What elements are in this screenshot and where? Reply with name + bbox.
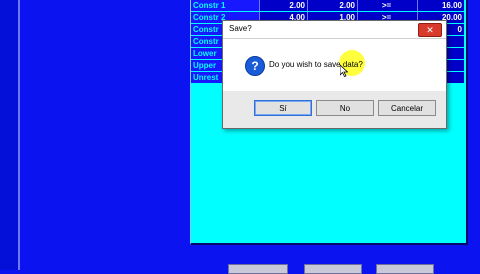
bottom-button[interactable] — [304, 264, 362, 274]
no-button[interactable]: No — [316, 100, 374, 116]
bottom-button[interactable] — [376, 264, 434, 274]
dialog-message: Do you wish to save data? — [269, 60, 363, 69]
bottom-button[interactable] — [228, 264, 288, 274]
left-panel-edge — [0, 0, 20, 270]
save-dialog: Save? ✕ ? Do you wish to save data? Sí N… — [222, 20, 447, 129]
dialog-body: ? Do you wish to save data? — [223, 39, 446, 91]
grid-row: Constr 1 2.00 2.00 >= 16.00 — [191, 0, 464, 11]
grid-cell[interactable]: 16.00 — [417, 0, 464, 11]
row-label: Constr 1 — [193, 1, 226, 10]
cancel-button[interactable]: Cancelar — [378, 100, 436, 116]
grid-cell[interactable]: >= — [357, 0, 417, 11]
dialog-title-bar[interactable]: Save? ✕ — [223, 21, 446, 39]
dialog-title: Save? — [229, 24, 252, 33]
yes-button[interactable]: Sí — [254, 100, 312, 116]
question-icon: ? — [245, 56, 265, 76]
grid-cell[interactable]: 2.00 — [259, 0, 307, 11]
mouse-cursor-icon — [340, 65, 348, 77]
grid-cell[interactable]: 2.00 — [307, 0, 357, 11]
close-icon[interactable]: ✕ — [418, 23, 442, 37]
